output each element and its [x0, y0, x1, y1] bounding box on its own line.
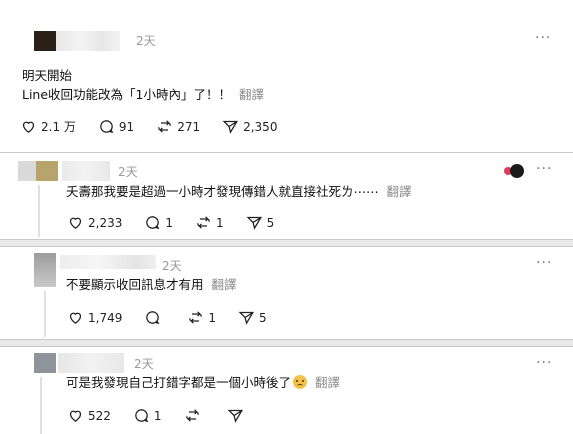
translate-link[interactable]: 翻譯 — [212, 277, 237, 292]
repost-count: 1 — [208, 310, 216, 325]
reply-2-text: 不要顯示收回訊息才有用 翻譯 — [66, 275, 237, 295]
like-count: 2,233 — [88, 215, 123, 230]
comment-button[interactable]: 91 — [98, 118, 134, 135]
like-button[interactable]: 1,749 — [67, 309, 122, 326]
comment-count: 91 — [118, 119, 135, 134]
reply-2-name-blurred[interactable] — [60, 255, 156, 269]
reply-2: 2天 ··· 不要顯示收回訊息才有用 翻譯 1,749 1 5 — [0, 246, 573, 340]
repost-icon — [185, 409, 199, 422]
heart-icon — [69, 312, 82, 324]
like-count: 2.1 万 — [41, 120, 76, 134]
reply-text: 夭壽那我要是超過一小時才發現傳錯人就直接社死ㄌ⋯⋯ — [66, 184, 379, 199]
comment-icon — [146, 216, 160, 230]
share-button[interactable]: 2,350 — [222, 118, 277, 135]
share-count: 5 — [259, 310, 267, 325]
comment-icon — [135, 409, 149, 423]
translate-link[interactable]: 翻譯 — [239, 87, 264, 102]
like-button[interactable]: 2,233 — [67, 214, 122, 231]
comment-button[interactable]: 1 — [144, 214, 173, 231]
share-count: 5 — [266, 215, 275, 230]
comment-button[interactable]: 1 — [133, 407, 162, 424]
comment-count: 1 — [165, 215, 173, 230]
heart-icon — [69, 410, 82, 422]
reply-1-time: 2天 — [118, 165, 138, 179]
share-icon — [227, 409, 243, 423]
post-time: 2天 — [136, 34, 156, 48]
share-button[interactable]: 5 — [246, 214, 275, 231]
reply-3-name-blurred[interactable] — [58, 353, 124, 373]
share-button[interactable] — [227, 407, 248, 424]
reply-1-text: 夭壽那我要是超過一小時才發現傳錯人就直接社死ㄌ⋯⋯ 翻譯 — [66, 182, 412, 202]
reply-1-avatar-color[interactable] — [36, 161, 58, 181]
post-actions: 2.1 万 91 271 2,350 — [20, 118, 299, 135]
author-name-blurred[interactable] — [56, 31, 120, 51]
share-count: 2,350 — [243, 119, 278, 134]
like-button[interactable]: 522 — [67, 407, 111, 424]
reply-3-actions: 522 1 — [67, 407, 270, 424]
repost-icon — [158, 120, 171, 133]
post-text: Line收回功能改為「1小時內」了！！ — [22, 87, 232, 102]
reply-3-time: 2天 — [134, 357, 154, 371]
heart-icon — [22, 121, 35, 133]
post-text-line1: 明天開始 — [22, 68, 73, 83]
comment-icon — [146, 311, 160, 325]
like-button[interactable]: 2.1 万 — [20, 118, 76, 135]
share-icon — [222, 120, 239, 134]
thread-line — [38, 185, 40, 237]
reply-2-time: 2天 — [162, 259, 182, 273]
main-post: 2天 ··· 明天開始 Line收回功能改為「1小時內」了！！ 翻譯 2.1 万 … — [0, 0, 573, 150]
sad-face-emoji-icon — [293, 375, 308, 389]
reply-text: 不要顯示收回訊息才有用 — [66, 277, 204, 292]
comment-icon — [100, 120, 114, 134]
reply-1-avatar-blurred[interactable] — [18, 161, 36, 181]
heart-icon — [69, 217, 82, 229]
repost-icon — [197, 216, 210, 229]
reply-1: 2天 ··· 夭壽那我要是超過一小時才發現傳錯人就直接社死ㄌ⋯⋯ 翻譯 2,233… — [0, 152, 573, 240]
repost-button[interactable]: 271 — [156, 118, 200, 135]
reply-text: 可是我發現自己打錯字都是一個小時後了 — [66, 375, 292, 390]
reply-3: 2天 ··· 可是我發現自己打錯字都是一個小時後了 翻譯 522 1 — [0, 346, 573, 434]
post-text-line2: Line收回功能改為「1小時內」了！！ 翻譯 — [22, 85, 264, 105]
reply-2-actions: 1,749 1 5 — [67, 309, 289, 326]
reply-3-text: 可是我發現自己打錯字都是一個小時後了 翻譯 — [66, 373, 340, 393]
like-count: 1,749 — [88, 310, 123, 325]
like-count: 522 — [88, 408, 111, 423]
translate-link[interactable]: 翻譯 — [315, 375, 340, 390]
more-icon[interactable]: ··· — [536, 161, 552, 177]
share-button[interactable]: 5 — [238, 309, 267, 326]
reaction-badge — [504, 164, 524, 178]
reply-1-name-blurred[interactable] — [62, 161, 110, 181]
share-icon — [246, 216, 262, 230]
share-icon — [238, 311, 255, 325]
thread-line — [40, 377, 42, 434]
more-icon[interactable]: ··· — [536, 255, 552, 271]
repost-count: 1 — [216, 215, 224, 230]
reply-2-avatar-blurred[interactable] — [34, 253, 56, 287]
repost-button[interactable]: 1 — [195, 214, 224, 231]
comment-button[interactable] — [144, 309, 165, 326]
repost-icon — [189, 311, 203, 324]
reply-3-avatar-blurred[interactable] — [34, 353, 56, 373]
repost-count: 271 — [177, 119, 201, 134]
repost-button[interactable] — [184, 407, 205, 424]
reply-1-actions: 2,233 1 1 5 — [67, 214, 296, 231]
thread-line — [44, 291, 46, 337]
translate-link[interactable]: 翻譯 — [387, 184, 412, 199]
repost-button[interactable]: 1 — [187, 309, 216, 326]
author-avatar-blurred[interactable] — [34, 31, 56, 51]
comment-count: 1 — [153, 408, 162, 423]
more-icon[interactable]: ··· — [535, 30, 551, 46]
more-icon[interactable]: ··· — [536, 355, 552, 371]
